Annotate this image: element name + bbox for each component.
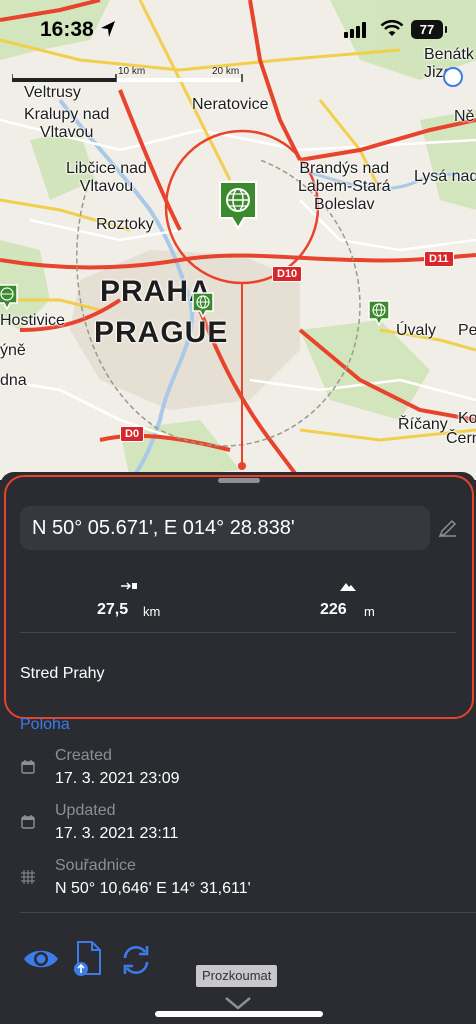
chevron-down-icon[interactable] [224, 996, 252, 1010]
distance-unit: km [143, 604, 161, 619]
created-label: Created [55, 747, 112, 764]
calendar-icon [21, 815, 35, 829]
eye-visibility-icon[interactable] [22, 946, 60, 972]
scale-label-10km: 10 km [118, 66, 146, 77]
explore-tooltip: Prozkoumat [196, 965, 278, 987]
elevation-unit: m [364, 604, 375, 619]
updated-value: 17. 3. 2021 23:11 [55, 825, 179, 842]
home-indicator [155, 1011, 323, 1017]
route-marker-icon [443, 67, 463, 87]
location-arrow-icon [101, 21, 115, 37]
coordinates-label: Souřadnice [55, 857, 136, 874]
map-label-hostivice: Hostivice [0, 312, 65, 329]
map-label-ricany: Říčany [398, 416, 448, 433]
map-label-cern: Čern [446, 430, 476, 447]
battery-indicator: 77 [411, 20, 447, 39]
globe-poi-icon[interactable] [368, 300, 390, 326]
road-badge-d11: D11 [424, 251, 454, 267]
map-label-brandys: Brandýs nad Labem-Stará Boleslav [298, 160, 391, 213]
created-value: 17. 3. 2021 23:09 [55, 770, 180, 787]
map-label-neratovice: Neratovice [192, 96, 269, 113]
map-label-dna: dna [0, 372, 27, 389]
sync-refresh-icon[interactable] [119, 943, 153, 977]
section-title-location: Poloha [20, 716, 70, 733]
coordinates-field[interactable]: N 50° 05.671', E 014° 28.838' [20, 506, 430, 550]
map-label-prague: PRAGUE [94, 316, 229, 349]
coordinates-value: N 50° 10,646' E 14° 31,611' [55, 880, 251, 897]
road-badge-d0: D0 [120, 426, 145, 442]
divider [20, 912, 476, 913]
road-badge-d10: D10 [272, 266, 303, 282]
map-label-yne: ýně [0, 342, 26, 359]
distance-icon [121, 582, 137, 590]
map-view[interactable]: Veltrusy Kralupy nad Vltavou Neratovice … [0, 0, 476, 480]
calendar-icon [21, 760, 35, 774]
divider [20, 632, 456, 633]
wifi-icon [380, 20, 404, 36]
distance-value: 27,5 [97, 601, 129, 618]
cellular-signal-icon [344, 22, 366, 38]
map-label-roztoky: Roztoky [96, 216, 154, 233]
map-label-pe: Pe [458, 322, 476, 339]
scale-label-20km: 20 km [212, 66, 240, 77]
map-scale-bar: 10 km 20 km [12, 66, 252, 88]
status-bar: 16:38 77 [0, 0, 476, 58]
grid-icon [21, 870, 35, 884]
export-file-icon[interactable] [72, 940, 104, 978]
map-label-lysa: Lysá nad [414, 168, 476, 185]
status-time: 16:38 [40, 18, 94, 41]
map-label-ko: Ko [458, 410, 476, 427]
map-label-libcice: Libčice nad Vltavou [66, 160, 147, 195]
map-label-kralupy: Kralupy nad Vltavou [24, 106, 110, 141]
elevation-mountain-icon [340, 583, 356, 591]
place-name: Stred Prahy [20, 665, 105, 682]
globe-poi-icon[interactable] [0, 284, 18, 310]
edit-pencil-icon[interactable] [438, 518, 458, 538]
globe-poi-icon[interactable] [192, 292, 214, 318]
updated-label: Updated [55, 802, 116, 819]
sheet-grabber-handle[interactable] [218, 478, 260, 483]
map-label-uvaly: Úvaly [396, 322, 437, 339]
map-label-ne: Ně [454, 108, 475, 125]
elevation-value: 226 [320, 601, 347, 618]
selected-location-pin-icon[interactable] [218, 180, 258, 230]
